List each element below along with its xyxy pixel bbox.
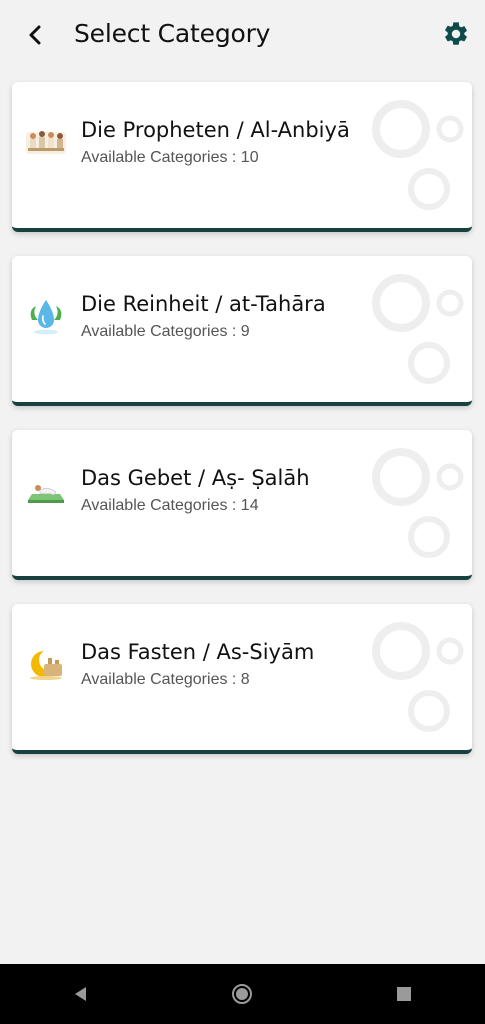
nav-home-icon: [232, 984, 253, 1004]
category-count: Available Categories : 9: [81, 323, 250, 340]
water-drop-icon: [30, 300, 62, 335]
crescent-moon-icon: [30, 649, 62, 680]
prophets-icon: [26, 131, 66, 154]
category-card-prophets[interactable]: Die Propheten / Al-Anbiyā Available Cate…: [12, 82, 472, 232]
category-count: Available Categories : 10: [81, 149, 259, 166]
category-title: Das Fasten / As-Siyām: [81, 640, 315, 664]
nav-recents-button[interactable]: [384, 974, 424, 1014]
nav-back-icon: [74, 987, 86, 1001]
category-title: Das Gebet / Aṣ- Ṣalāh: [81, 466, 310, 490]
nav-recents-icon: [397, 987, 412, 1001]
category-card-purity[interactable]: Die Reinheit / at-Tahāra Available Categ…: [12, 256, 472, 406]
gear-icon: [445, 22, 467, 45]
decorative-circles: [372, 274, 464, 384]
nav-home-button[interactable]: [222, 974, 262, 1014]
page-title: Select Category: [74, 19, 271, 48]
category-card-prayer[interactable]: Das Gebet / Aṣ- Ṣalāh Available Categori…: [12, 430, 472, 580]
system-nav-bar: [0, 964, 485, 1024]
screen: Select Category Die Propheten / Al-Anbiy…: [0, 0, 485, 1024]
back-arrow-icon: [29, 25, 41, 45]
category-count: Available Categories : 14: [81, 497, 259, 514]
category-title: Die Propheten / Al-Anbiyā: [81, 118, 350, 142]
decorative-circles: [372, 100, 464, 210]
back-button[interactable]: [20, 20, 50, 50]
decorative-circles: [372, 622, 464, 732]
nav-back-button[interactable]: [61, 974, 101, 1014]
category-count: Available Categories : 8: [81, 671, 250, 688]
category-card-fasting[interactable]: Das Fasten / As-Siyām Available Categori…: [12, 604, 472, 754]
settings-button[interactable]: [441, 19, 471, 49]
decorative-circles: [372, 448, 464, 558]
app-bar: Select Category: [0, 0, 485, 70]
category-title: Die Reinheit / at-Tahāra: [81, 292, 326, 316]
prayer-mat-icon: [28, 485, 64, 503]
